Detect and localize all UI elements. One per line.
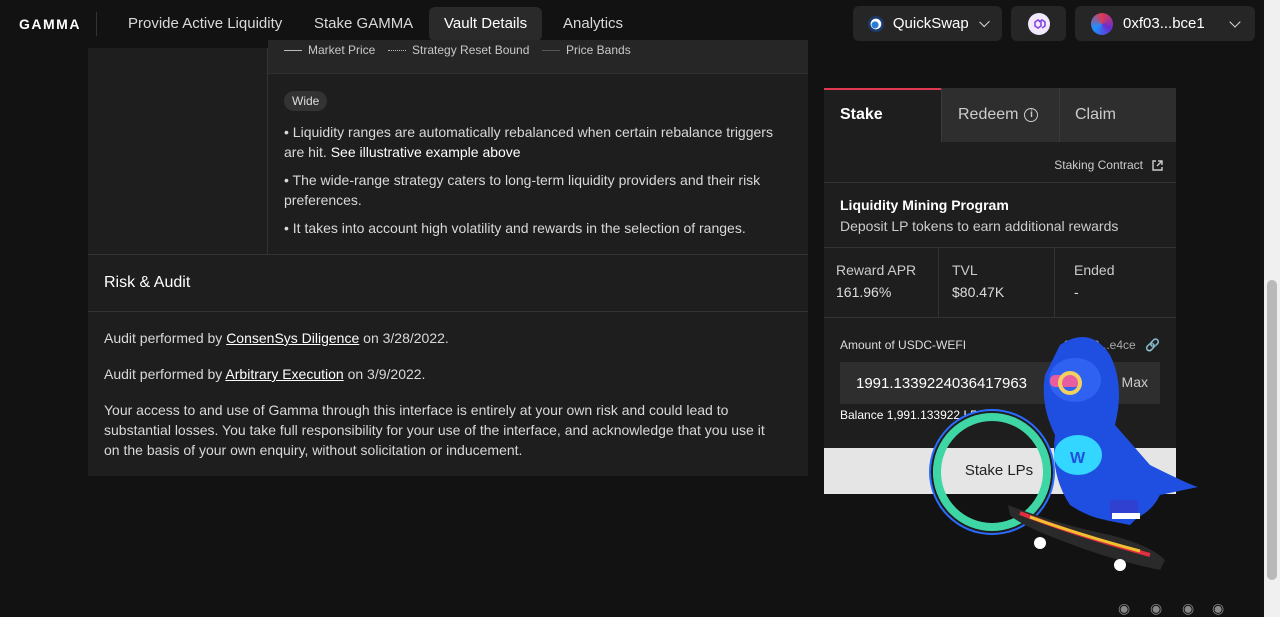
network-selector[interactable]: QuickSwap — [853, 6, 1002, 41]
legend-market-price: Market Price — [284, 43, 375, 57]
strategy-bullet-1: • Liquidity ranges are automatically reb… — [284, 124, 773, 160]
solid-line-icon — [284, 49, 302, 51]
dotted-line-icon — [388, 49, 406, 51]
stat-reward-apr: Reward APR 161.96% — [836, 262, 917, 300]
consensys-link[interactable]: ConsenSys Diligence — [226, 330, 359, 346]
chain-button[interactable] — [1011, 6, 1066, 41]
program-subtitle: Deposit LP tokens to earn additional rew… — [840, 218, 1119, 234]
strategy-badge: Wide — [284, 91, 328, 111]
twitter-icon[interactable]: ◉ — [1118, 600, 1130, 617]
stake-tabs: Stake Redeem i Claim — [824, 88, 1176, 142]
external-link-icon — [1152, 159, 1163, 171]
strategy-bullet-3: • It takes into account high volatility … — [284, 220, 746, 236]
risk-disclaimer: Your access to and use of Gamma through … — [104, 402, 765, 458]
gamma-logo[interactable]: GAMMA — [19, 16, 81, 32]
nav-stake-gamma[interactable]: Stake GAMMA — [299, 7, 428, 41]
page-scrollbar[interactable] — [1264, 0, 1280, 617]
github-icon[interactable]: ◉ — [1182, 600, 1194, 617]
risk-audit-body: Audit performed by ConsenSys Diligence o… — [88, 312, 808, 476]
medium-icon[interactable]: ◉ — [1212, 600, 1224, 617]
stat-ended: Ended - — [1054, 248, 1176, 318]
chart-legend: Market Price Strategy Reset Bound Price … — [268, 40, 808, 74]
audit-line-1: Audit performed by ConsenSys Diligence o… — [104, 330, 449, 346]
scrollbar-thumb[interactable] — [1267, 280, 1277, 580]
band-line-icon — [542, 49, 560, 51]
legend-reset-bound: Strategy Reset Bound — [388, 43, 529, 57]
staking-contract-link[interactable]: Staking Contract — [1054, 158, 1164, 172]
nav-provide-liquidity[interactable]: Provide Active Liquidity — [113, 7, 297, 41]
amount-label: Amount of USDC-WEFI — [840, 338, 967, 352]
lp-balance: Balance 1,991.133922 LP — [840, 408, 979, 422]
program-title: Liquidity Mining Program — [840, 197, 1009, 213]
tab-claim[interactable]: Claim — [1059, 88, 1176, 142]
network-label: QuickSwap — [892, 15, 969, 32]
nav-divider — [96, 12, 97, 36]
strategy-bullet-2: • The wide-range strategy caters to long… — [284, 172, 761, 208]
wallet-address: 0xf03...bce1 — [1123, 15, 1205, 32]
svg-text:W: W — [1070, 450, 1086, 467]
quickswap-icon — [867, 15, 884, 32]
legend-price-bands: Price Bands — [542, 43, 631, 57]
discord-icon[interactable]: ◉ — [1150, 600, 1162, 617]
polygon-icon — [1027, 12, 1050, 35]
nav-analytics[interactable]: Analytics — [548, 7, 638, 41]
illustrative-example-link[interactable]: See illustrative example above — [331, 144, 521, 160]
audit-line-2: Audit performed by Arbitrary Execution o… — [104, 366, 426, 382]
avatar — [1091, 12, 1113, 35]
chevron-down-icon — [1229, 15, 1241, 28]
wallet-button[interactable]: 0xf03...bce1 — [1075, 6, 1255, 41]
tab-stake[interactable]: Stake — [824, 88, 941, 142]
mining-program: Liquidity Mining Program Deposit LP toke… — [824, 182, 1176, 248]
stat-tvl: TVL $80.47K — [938, 248, 1054, 318]
dino-mascot-image: W — [1008, 337, 1198, 571]
risk-audit-header: Risk & Audit — [88, 254, 808, 312]
info-icon[interactable]: i — [1024, 107, 1039, 122]
arbitrary-execution-link[interactable]: Arbitrary Execution — [225, 366, 343, 382]
risk-audit-title: Risk & Audit — [104, 274, 191, 291]
nav-vault-details[interactable]: Vault Details — [429, 7, 543, 41]
stats-row: Reward APR 161.96% TVL $80.47K Ended - — [824, 248, 1176, 318]
chevron-down-icon — [978, 16, 990, 27]
tab-redeem[interactable]: Redeem i — [941, 88, 1059, 142]
